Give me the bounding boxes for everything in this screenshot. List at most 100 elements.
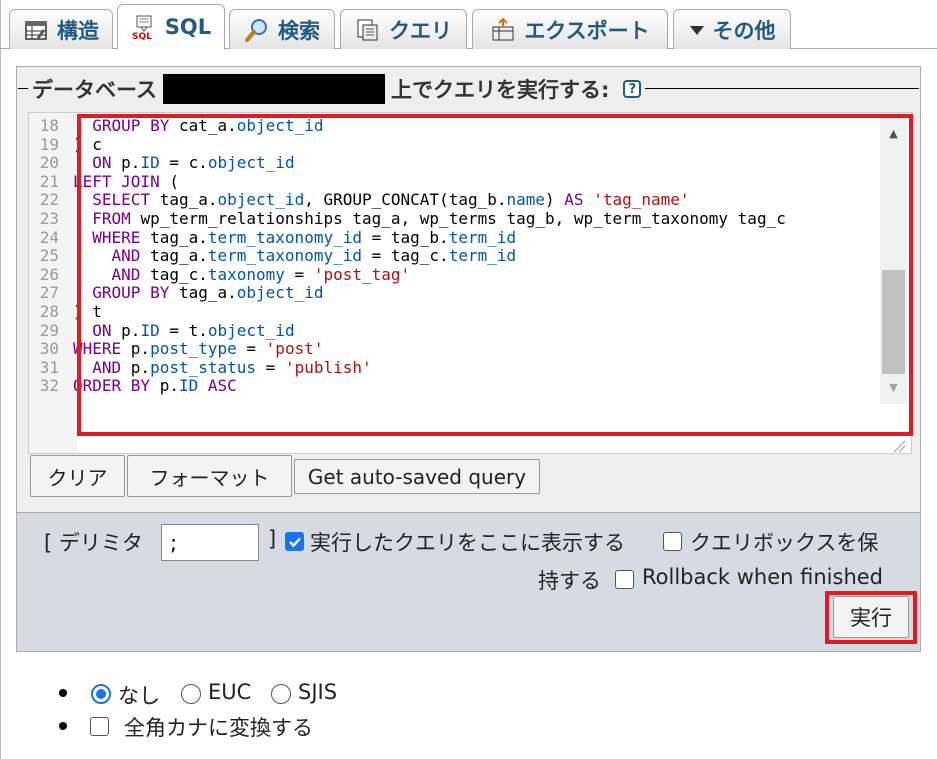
keep-query-box-checkbox[interactable]: [663, 532, 682, 551]
tab-structure[interactable]: 構造: [9, 9, 113, 49]
code-token: GROUP BY: [73, 283, 179, 303]
code-text: FROM wp_term_relationships tag_a, wp_ter…: [73, 209, 786, 229]
line-number: 21: [39, 171, 59, 191]
convert-kana-checkbox[interactable]: [90, 717, 109, 736]
code-text: GROUP BY cat_a.object_id: [73, 116, 324, 136]
scroll-up-arrow-icon[interactable]: ▲: [880, 122, 907, 144]
code-token: =: [284, 264, 314, 284]
code-token: GROUP BY: [73, 116, 179, 135]
tab-bar: 構造 SQL SQL 検索 クエリ エクスポート その他: [0, 0, 937, 50]
code-token: 'post_tag': [313, 264, 411, 284]
code-token: ): [545, 190, 565, 210]
code-line[interactable]: 28 ) t: [29, 301, 889, 322]
code-token: = t.: [159, 320, 208, 340]
search-icon: [244, 17, 270, 43]
code-token: tag_a.: [150, 246, 208, 266]
code-token: term_id: [448, 246, 517, 266]
code-text: SELECT tag_a.object_id, GROUP_CONCAT(tag…: [73, 190, 689, 210]
line-number: 19: [39, 134, 59, 154]
line-number: 31: [39, 357, 59, 377]
code-token: term_taxonomy_id: [207, 227, 362, 247]
checkmark-icon: [288, 537, 301, 547]
code-token: ) t: [73, 301, 102, 321]
list-bullet: [59, 689, 67, 697]
code-token: post_status: [150, 357, 257, 377]
charset-sjis-radio[interactable]: [271, 684, 291, 704]
structure-icon: [23, 17, 49, 43]
keep-query-box-label-cont: 持する: [538, 569, 601, 593]
code-token: =: [256, 357, 285, 377]
line-number: 22: [39, 190, 59, 210]
sql-code[interactable]: 18 GROUP BY cat_a.object_id 19) c 20 ON p.…: [29, 116, 889, 396]
format-button[interactable]: フォーマット: [127, 455, 292, 497]
code-line[interactable]: 24 WHERE tag_a.term_taxonomy_id = tag_b.…: [29, 227, 889, 248]
sql-editor[interactable]: 18 GROUP BY cat_a.object_id 19) c 20 ON p.…: [28, 112, 912, 454]
code-text: ) c: [73, 135, 102, 155]
panel-legend: データベース 上でクエリを実行する: ?: [28, 74, 646, 104]
code-text: AND tag_a.term_taxonomy_id = tag_c.term_…: [73, 246, 517, 266]
code-token: post_type: [150, 339, 237, 359]
sql-icon: SQL: [131, 14, 157, 40]
scroll-thumb[interactable]: [882, 270, 905, 374]
code-token: WHERE: [73, 339, 131, 359]
code-line[interactable]: 25 AND tag_a.term_taxonomy_id = tag_c.te…: [29, 246, 889, 266]
code-line[interactable]: 21 LEFT JOIN (: [29, 171, 889, 192]
code-token: = tag_c.: [361, 246, 449, 266]
scroll-down-arrow-icon[interactable]: ▼: [880, 376, 907, 398]
convert-kana-label: 全角カナに変換する: [124, 716, 313, 740]
line-number: 24: [39, 227, 59, 247]
code-line[interactable]: 30 WHERE p.post_type = 'post': [29, 339, 889, 359]
code-token: cat_a.: [178, 116, 237, 135]
execute-button[interactable]: 実行: [833, 596, 909, 638]
tab-query[interactable]: クエリ: [340, 9, 467, 49]
tab-sql[interactable]: SQL SQL: [117, 4, 225, 50]
clear-button[interactable]: クリア: [30, 455, 125, 497]
show-query-checkbox[interactable]: [285, 532, 304, 551]
line-number: 27: [39, 283, 59, 303]
code-token: LEFT JOIN: [73, 171, 170, 191]
tab-label: クエリ: [389, 18, 452, 43]
delimiter-label: [ デリミタ: [44, 531, 143, 555]
export-icon: [490, 17, 516, 43]
delimiter-input[interactable]: [161, 524, 259, 561]
code-line[interactable]: 23 FROM wp_term_relationships tag_a, wp_…: [29, 208, 889, 229]
code-line[interactable]: 26 AND tag_c.taxonomy = 'post_tag': [29, 264, 889, 285]
tab-export[interactable]: エクスポート: [472, 9, 668, 49]
code-token: ON: [73, 320, 122, 340]
svg-text:SQL: SQL: [132, 32, 152, 40]
charset-euc-radio[interactable]: [181, 684, 201, 704]
code-line[interactable]: 27 GROUP BY tag_a.object_id: [29, 284, 889, 303]
line-number: 20: [39, 153, 59, 173]
editor-scrollbar[interactable]: ▲ ▼: [880, 118, 907, 404]
code-line[interactable]: 20 ON p.ID = c.object_id: [29, 153, 889, 173]
code-line[interactable]: 18 GROUP BY cat_a.object_id: [29, 116, 889, 136]
code-line[interactable]: 19 ) c: [29, 134, 889, 155]
code-token: ID: [140, 153, 160, 173]
code-text: ORDER BY p.ID ASC: [73, 377, 237, 396]
charset-none-radio[interactable]: [91, 684, 111, 704]
code-token: p.: [159, 376, 179, 396]
code-token: taxonomy: [207, 264, 285, 284]
code-token: object_id: [236, 116, 324, 135]
code-token: , GROUP_CONCAT(tag_b.: [304, 190, 507, 210]
tab-label: その他: [712, 18, 776, 43]
line-number: 23: [39, 208, 59, 228]
tab-search[interactable]: 検索: [229, 9, 335, 49]
help-icon[interactable]: ?: [623, 80, 642, 98]
code-line[interactable]: 32 ORDER BY p.ID ASC: [29, 377, 889, 396]
tab-more[interactable]: その他: [673, 9, 791, 49]
code-text: ON p.ID = t.object_id: [73, 320, 294, 341]
code-text: LEFT JOIN (: [73, 171, 179, 192]
code-line[interactable]: 31 AND p.post_status = 'publish': [29, 357, 889, 378]
code-text: ) t: [73, 301, 102, 322]
line-number: 26: [39, 264, 59, 284]
resize-grip-icon[interactable]: [890, 438, 906, 453]
line-number: 18: [39, 116, 59, 135]
code-text: ON p.ID = c.object_id: [73, 153, 294, 173]
code-line[interactable]: 29 ON p.ID = t.object_id: [29, 320, 889, 341]
line-number: 32: [39, 376, 59, 396]
get-autosaved-query-button[interactable]: Get auto-saved query: [294, 459, 540, 494]
rollback-checkbox[interactable]: [615, 570, 634, 589]
line-number: 28: [39, 301, 59, 321]
code-line[interactable]: 22 SELECT tag_a.object_id, GROUP_CONCAT(…: [29, 191, 889, 210]
